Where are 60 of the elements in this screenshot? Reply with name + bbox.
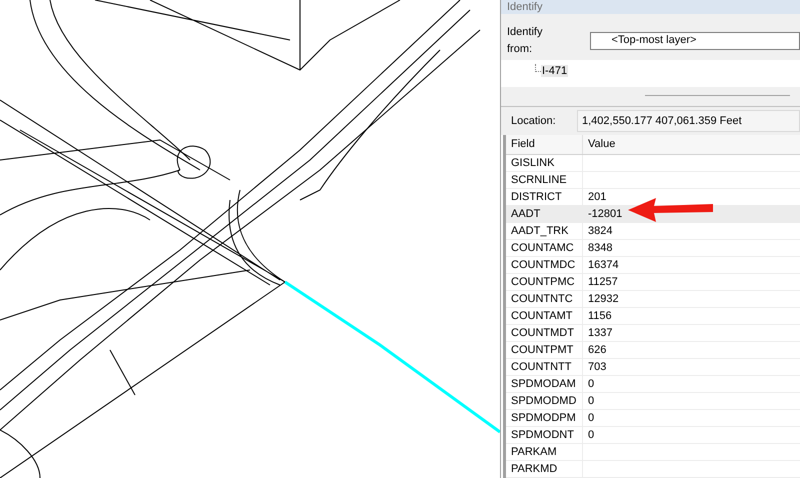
identify-from-label: Identify from: <box>507 25 544 56</box>
location-field: 1,402,550.177 407,061.359 Feet <box>577 110 800 132</box>
field-name: SPDMODAM <box>511 376 576 392</box>
table-row[interactable]: DISTRICT 201 <box>506 189 800 206</box>
field-name: PARKMD <box>511 462 558 477</box>
table-row[interactable]: COUNTPMT 626 <box>506 342 800 359</box>
table-row[interactable]: SPDMODMD 0 <box>506 393 800 410</box>
field-name: SPDMODMD <box>511 394 576 409</box>
table-row[interactable]: GISLINK <box>506 155 800 172</box>
table-row[interactable]: SPDMODNT 0 <box>506 427 800 444</box>
field-name: SPDMODNT <box>511 428 574 443</box>
field-value: 0 <box>588 410 594 426</box>
field-name: COUNTAMC <box>511 240 574 256</box>
field-value: 8348 <box>588 240 612 256</box>
table-row[interactable]: COUNTNTC 12932 <box>506 291 800 308</box>
table-row[interactable]: COUNTNTT 703 <box>506 359 800 376</box>
field-value: 703 <box>588 360 606 375</box>
field-value: 11257 <box>588 274 618 290</box>
field-value: 0 <box>588 428 594 443</box>
location-label: Location: <box>511 114 557 129</box>
column-header[interactable]: Value <box>583 135 800 154</box>
field-value: 626 <box>588 342 606 358</box>
field-name: AADT_TRK <box>511 224 568 239</box>
table-row[interactable]: SPDMODAM 0 <box>506 376 800 393</box>
table-row[interactable]: COUNTMDC 16374 <box>506 257 800 274</box>
table-row[interactable]: COUNTMDT 1337 <box>506 325 800 342</box>
tree-item[interactable]: I-471 <box>541 65 568 77</box>
field-value: -12801 <box>588 206 622 222</box>
table-row[interactable]: COUNTPMC 11257 <box>506 274 800 291</box>
field-name: COUNTMDC <box>511 258 576 273</box>
field-name: SPDMODPM <box>511 410 576 426</box>
field-value: 1337 <box>588 326 612 341</box>
table-row[interactable]: SCRNLINE <box>506 172 800 189</box>
table-row[interactable]: COUNTAMT 1156 <box>506 308 800 325</box>
table-row[interactable]: SPDMODPM 0 <box>506 410 800 427</box>
field-name: COUNTPMT <box>511 342 574 358</box>
table-row[interactable]: AADT_TRK 3824 <box>506 223 800 240</box>
field-value: 1156 <box>588 308 612 324</box>
panel-title: Identify <box>507 0 542 15</box>
field-name: DISTRICT <box>511 190 562 205</box>
field-name: COUNTMDT <box>511 326 574 341</box>
field-name: COUNTNTC <box>511 292 573 307</box>
field-value: 201 <box>588 190 606 205</box>
field-name: GISLINK <box>511 156 554 171</box>
table-row[interactable]: COUNTAMC 8348 <box>506 240 800 257</box>
field-value: 0 <box>588 376 594 392</box>
field-name: COUNTAMT <box>511 308 573 324</box>
field-value: 3824 <box>588 224 612 239</box>
layer-dropdown[interactable]: <Top-most layer> <box>590 32 800 50</box>
table-row[interactable]: PARKAM <box>506 444 800 461</box>
field-name: AADT <box>511 206 540 222</box>
column-header[interactable]: Field <box>506 135 583 154</box>
field-name: COUNTNTT <box>511 360 572 375</box>
field-name: COUNTPMC <box>511 274 575 290</box>
field-value: 12932 <box>588 292 619 307</box>
field-value: 16374 <box>588 258 619 273</box>
field-name: PARKAM <box>511 444 557 460</box>
table-row[interactable]: PARKMD <box>506 461 800 478</box>
field-value: 0 <box>588 394 594 409</box>
field-name: SCRNLINE <box>511 172 567 188</box>
